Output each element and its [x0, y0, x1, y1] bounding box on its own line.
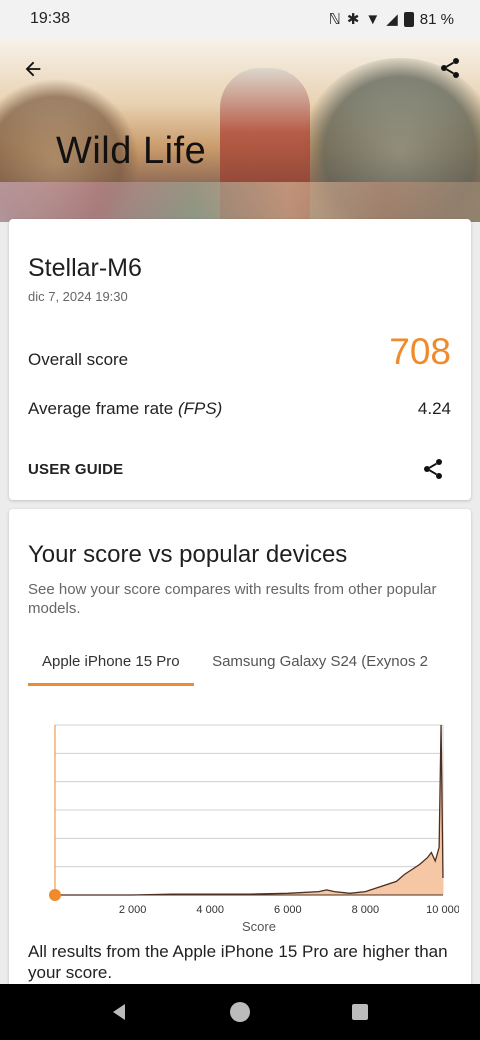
comparison-description: See how your score compares with results…: [28, 581, 437, 617]
device-tabs: Apple iPhone 15 Pro Samsung Galaxy S24 (…: [28, 648, 471, 686]
overall-score-label: Overall score: [28, 350, 129, 369]
hero-banner: Wild Life: [0, 38, 480, 222]
page-title: Wild Life: [56, 130, 207, 172]
x-axis-label: Score: [242, 919, 276, 934]
back-button[interactable]: [18, 54, 48, 84]
comparison-card: Your score vs popular devices See how yo…: [9, 509, 471, 1009]
status-bar: 19:38 ℕ ✱ ▼ ◢ 81 %: [0, 0, 480, 38]
chart-svg: 2 000 4 000 6 000 8 000 10 000 Score: [49, 724, 460, 934]
tab-apple-iphone-15-pro[interactable]: Apple iPhone 15 Pro: [28, 648, 194, 686]
nav-back-button[interactable]: [100, 992, 140, 1032]
user-guide-button[interactable]: USER GUIDE: [28, 461, 123, 478]
share-button-result[interactable]: [419, 455, 447, 483]
your-score-marker: [49, 889, 61, 901]
arrow-left-icon: [25, 61, 41, 77]
overall-score-value: 708: [389, 331, 451, 372]
device-name: Stellar-M6: [28, 254, 142, 282]
circle-home-icon: [230, 1002, 250, 1022]
square-recents-icon: [352, 1004, 368, 1020]
nav-recents-button[interactable]: [340, 992, 380, 1032]
x-tick-label: 4 000: [196, 904, 224, 916]
comparison-title: Your score vs popular devices: [28, 541, 348, 568]
tab-samsung-galaxy-s24[interactable]: Samsung Galaxy S24 (Exynos 2: [198, 648, 442, 686]
bluetooth-icon: ✱: [346, 11, 360, 28]
nav-home-button[interactable]: [220, 992, 260, 1032]
system-nav-bar: [0, 984, 480, 1040]
comparison-footnote: All results from the Apple iPhone 15 Pro…: [28, 942, 448, 982]
score-distribution-chart: 2 000 4 000 6 000 8 000 10 000 Score: [29, 717, 460, 942]
battery-icon: [403, 11, 414, 27]
hero-art-ground: [0, 182, 480, 222]
x-tick-label: 6 000: [274, 904, 302, 916]
result-card: Stellar-M6 dic 7, 2024 19:30 Overall sco…: [9, 219, 471, 500]
x-tick-label: 2 000: [119, 904, 147, 916]
x-tick-label: 10 000: [426, 904, 459, 916]
triangle-back-icon: [113, 1004, 125, 1020]
status-time: 19:38: [30, 10, 71, 27]
fps-label: Average frame rate (FPS): [28, 399, 222, 419]
battery-level: 81 %: [419, 10, 454, 28]
share-button-top[interactable]: [434, 52, 466, 84]
share-icon: [424, 459, 442, 479]
fps-value: 4.24: [417, 399, 451, 418]
status-icons: ℕ ✱ ▼ ◢ 81 %: [328, 10, 454, 29]
x-tick-label: 8 000: [352, 904, 380, 916]
nfc-icon: ℕ: [328, 11, 341, 28]
fps-unit: (FPS): [177, 399, 223, 418]
wifi-icon: ▼: [365, 10, 381, 28]
signal-icon: ◢: [386, 11, 398, 28]
share-icon: [441, 58, 459, 78]
result-date: dic 7, 2024 19:30: [28, 289, 128, 304]
fps-label-text: Average frame rate: [28, 399, 174, 418]
